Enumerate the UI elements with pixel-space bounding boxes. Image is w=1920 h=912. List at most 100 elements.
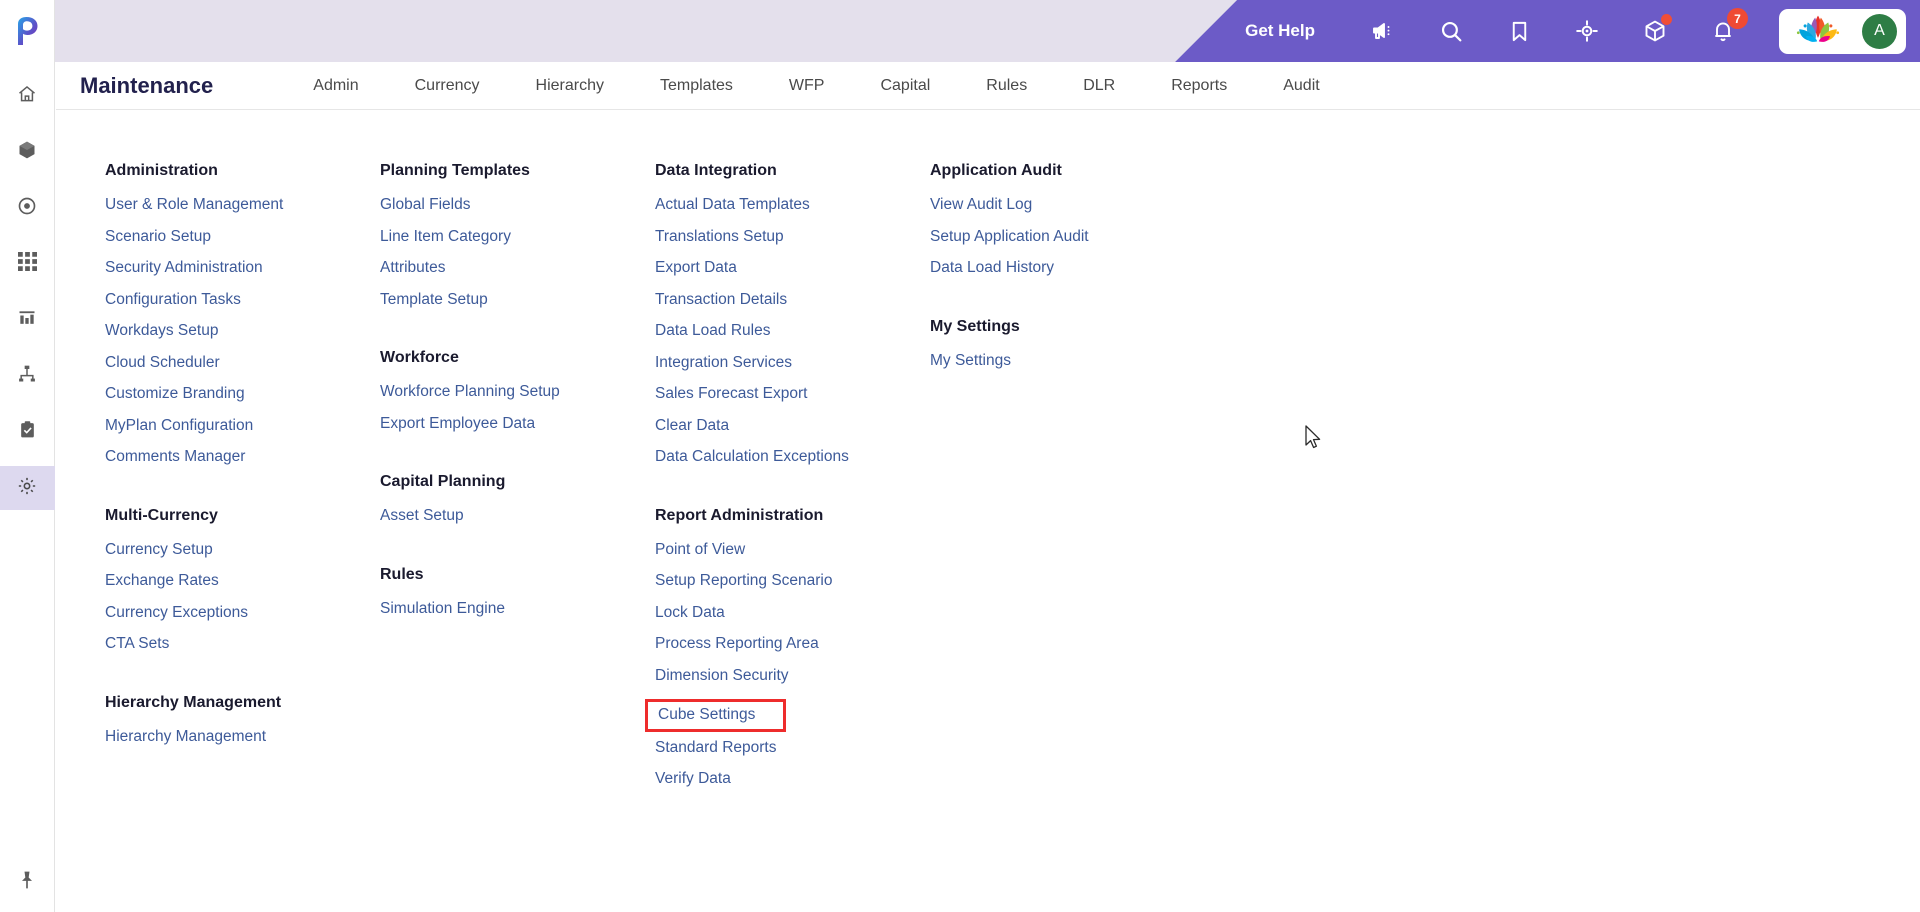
menu-link-cloud-scheduler[interactable]: Cloud Scheduler [105, 354, 220, 371]
menu-link-actual-data-templates[interactable]: Actual Data Templates [655, 197, 810, 213]
menu-link-translations-setup[interactable]: Translations Setup [655, 228, 784, 245]
menu-link-scenario-setup[interactable]: Scenario Setup [105, 228, 211, 245]
sidebar-item-home[interactable] [0, 74, 55, 118]
menu-group-capital-planning: Capital Planning Asset Setup [380, 473, 655, 540]
profile-menu[interactable]: A [1779, 8, 1906, 54]
menu-link-data-load-rules[interactable]: Data Load Rules [655, 323, 770, 339]
menu-link-verify-data[interactable]: Verify Data [655, 771, 731, 787]
tab-wfp[interactable]: WFP [789, 77, 825, 95]
menu-group-planning-templates: Planning Templates Global Fields Line Item… [380, 162, 655, 323]
menu-link-integration-services[interactable]: Integration Services [655, 354, 792, 371]
menu-group-title: My Settings [930, 317, 1020, 335]
menu-group-title: Application Audit [930, 162, 1062, 179]
sidebar-item-grid[interactable] [0, 242, 55, 286]
clipboard-check-icon [18, 420, 37, 444]
menu-link-clear-data[interactable]: Clear Data [655, 417, 729, 434]
menu-link-export-data[interactable]: Export Data [655, 260, 737, 276]
target-icon[interactable] [1571, 15, 1603, 47]
top-bar: Get Help 7 A [0, 0, 1920, 62]
menu-group-title: Administration [105, 162, 218, 179]
menu-link-lock-data[interactable]: Lock Data [655, 604, 725, 621]
menu-link-export-employee-data[interactable]: Export Employee Data [380, 415, 535, 432]
notification-count-badge: 7 [1727, 8, 1748, 29]
menu-link-myplan-configuration[interactable]: MyPlan Configuration [105, 417, 253, 434]
menu-link-user-role-management[interactable]: User & Role Management [105, 197, 283, 213]
menu-group-title: Workforce [380, 349, 459, 366]
menu-link-exchange-rates[interactable]: Exchange Rates [105, 573, 219, 589]
menu-link-asset-setup[interactable]: Asset Setup [380, 508, 464, 524]
menu-link-currency-setup[interactable]: Currency Setup [105, 541, 213, 558]
get-help-button[interactable]: Get Help [1245, 21, 1315, 41]
menu-link-setup-reporting-scenario[interactable]: Setup Reporting Scenario [655, 573, 833, 589]
menu-group-workforce: Workforce Workforce Planning Setup Export … [380, 349, 655, 447]
menu-link-my-settings[interactable]: My Settings [930, 352, 1011, 369]
menu-group-title: Hierarchy Management [105, 693, 282, 711]
hierarchy-icon [17, 364, 37, 389]
page-title: Maintenance [80, 72, 214, 98]
sidebar-item-maintenance[interactable] [0, 466, 55, 510]
menu-link-global-fields[interactable]: Global Fields [380, 197, 470, 213]
home-icon [17, 84, 37, 109]
menu-link-workforce-planning-setup[interactable]: Workforce Planning Setup [380, 384, 560, 400]
maintenance-menu: Administration User & Role Management Scen… [56, 110, 1920, 912]
menu-link-data-load-history[interactable]: Data Load History [930, 260, 1054, 276]
menu-link-dimension-security[interactable]: Dimension Security [655, 667, 789, 684]
target-circle-icon [17, 196, 37, 221]
menu-link-line-item-category[interactable]: Line Item Category [380, 228, 511, 245]
menu-link-transaction-details[interactable]: Transaction Details [655, 291, 787, 308]
menu-link-comments-manager[interactable]: Comments Manager [105, 449, 245, 465]
notification-bell-icon[interactable]: 7 [1707, 8, 1748, 47]
top-bar-actions: Get Help 7 A [1175, 0, 1920, 62]
menu-group-hierarchy-management: Hierarchy Management Hierarchy Management [105, 694, 380, 761]
planful-logo-icon[interactable] [0, 0, 55, 62]
menu-group-data-integration: Data Integration Actual Data Templates Tra… [655, 162, 930, 481]
menu-group-title: Capital Planning [380, 473, 506, 490]
menu-link-standard-reports[interactable]: Standard Reports [655, 739, 777, 756]
tab-dlr[interactable]: DLR [1083, 77, 1115, 95]
tab-audit[interactable]: Audit [1283, 77, 1319, 95]
tab-currency[interactable]: Currency [415, 77, 480, 95]
module-navbar: Maintenance Admin Currency Hierarchy Tem… [56, 62, 1920, 110]
tab-hierarchy[interactable]: Hierarchy [536, 77, 604, 95]
sidebar-item-target[interactable] [0, 186, 55, 230]
menu-link-hierarchy-management[interactable]: Hierarchy Management [105, 728, 266, 745]
menu-link-data-calculation-exceptions[interactable]: Data Calculation Exceptions [655, 449, 849, 465]
menu-link-customize-branding[interactable]: Customize Branding [105, 386, 245, 402]
menu-group-title: Data Integration [655, 162, 777, 179]
menu-link-attributes[interactable]: Attributes [380, 260, 445, 276]
left-icon-rail [0, 0, 55, 912]
cube-icon[interactable] [1639, 14, 1672, 47]
menu-group-multi-currency: Multi-Currency Currency Setup Exchange Rat… [105, 507, 380, 668]
menu-link-cube-settings[interactable]: Cube Settings [645, 699, 787, 732]
tab-capital[interactable]: Capital [880, 77, 930, 95]
menu-link-sales-forecast-export[interactable]: Sales Forecast Export [655, 386, 807, 402]
sidebar-item-hierarchy[interactable] [0, 354, 55, 398]
menu-link-point-of-view[interactable]: Point of View [655, 541, 745, 558]
menu-link-simulation-engine[interactable]: Simulation Engine [380, 600, 505, 617]
tab-reports[interactable]: Reports [1171, 77, 1227, 95]
menu-group-my-settings: My Settings My Settings [930, 318, 1205, 385]
sidebar-item-package[interactable] [0, 130, 55, 174]
menu-link-configuration-tasks[interactable]: Configuration Tasks [105, 291, 241, 308]
search-icon[interactable] [1435, 15, 1467, 47]
menu-link-setup-application-audit[interactable]: Setup Application Audit [930, 228, 1089, 245]
avatar[interactable]: A [1862, 13, 1897, 49]
menu-link-cta-sets[interactable]: CTA Sets [105, 636, 169, 652]
menu-link-security-administration[interactable]: Security Administration [105, 260, 263, 276]
menu-link-view-audit-log[interactable]: View Audit Log [930, 197, 1032, 213]
tab-rules[interactable]: Rules [986, 77, 1027, 95]
pin-rail-button[interactable] [0, 852, 55, 912]
sidebar-item-tasks[interactable] [0, 410, 55, 454]
menu-link-currency-exceptions[interactable]: Currency Exceptions [105, 604, 248, 621]
tab-templates[interactable]: Templates [660, 77, 733, 95]
menu-group-title: Multi-Currency [105, 506, 218, 524]
megaphone-icon[interactable] [1367, 15, 1399, 47]
sidebar-item-reports[interactable] [0, 298, 55, 342]
tab-admin[interactable]: Admin [313, 77, 358, 95]
menu-group-title: Planning Templates [380, 162, 530, 179]
menu-link-process-reporting-area[interactable]: Process Reporting Area [655, 636, 819, 652]
menu-link-workdays-setup[interactable]: Workdays Setup [105, 323, 218, 339]
bookmark-icon[interactable] [1503, 15, 1535, 47]
menu-group-report-administration: Report Administration Point of View Setup … [645, 507, 930, 803]
menu-link-template-setup[interactable]: Template Setup [380, 291, 488, 308]
